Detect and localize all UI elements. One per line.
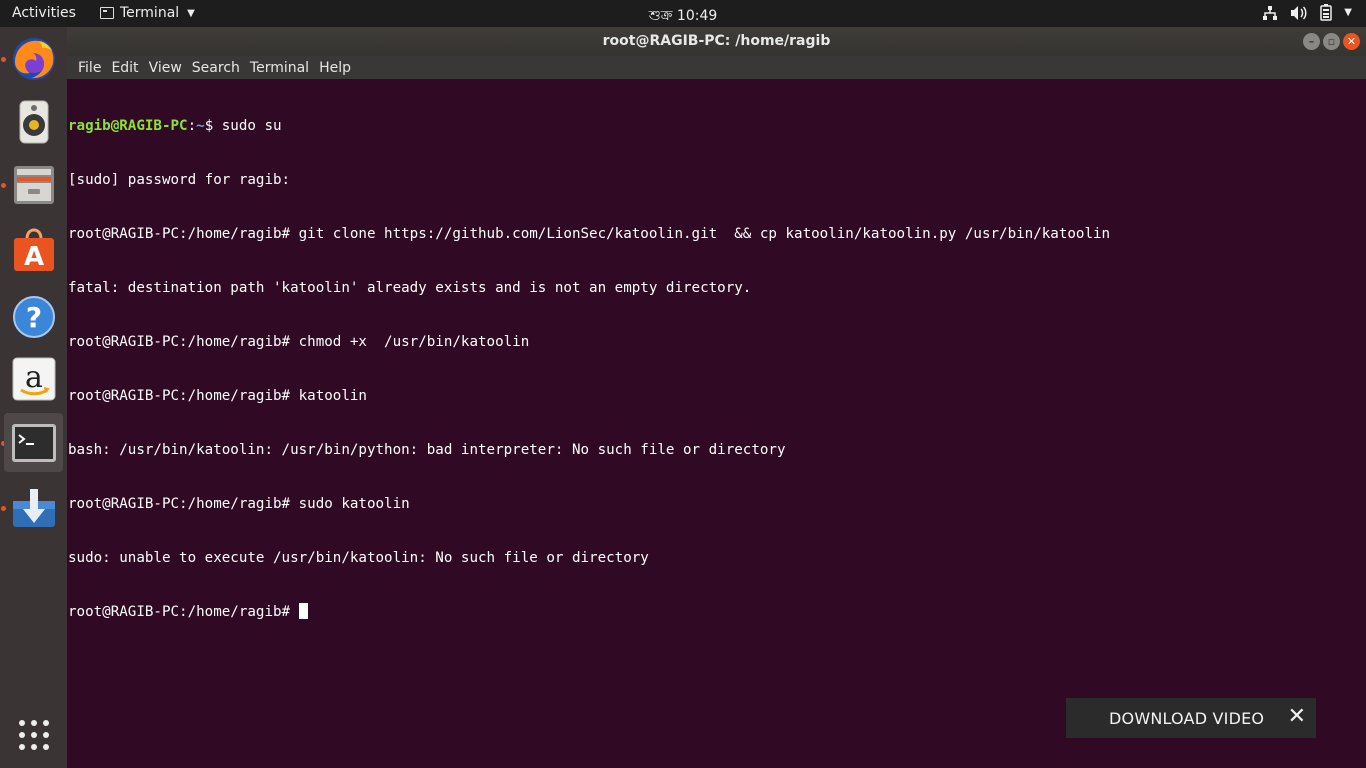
terminal-line: fatal: destination path 'katoolin' alrea… — [68, 280, 752, 296]
svg-text:A: A — [23, 242, 43, 272]
prompt-path: ~ — [196, 118, 205, 134]
current-prompt: root@RAGIB-PC:/home/ragib# — [68, 604, 299, 620]
menu-file[interactable]: File — [73, 60, 106, 76]
rhythmbox-icon — [19, 100, 48, 143]
amazon-icon: a — [12, 357, 55, 400]
battery-icon — [1320, 4, 1333, 21]
dock-downloader[interactable] — [4, 479, 63, 538]
dock-amazon[interactable]: a — [4, 349, 63, 408]
files-icon — [13, 165, 54, 204]
terminal-line: root@RAGIB-PC:/home/ragib# sudo katoolin — [68, 496, 410, 512]
app-menu-label: Terminal — [120, 5, 180, 21]
menu-search[interactable]: Search — [187, 60, 245, 76]
terminal-icon — [11, 423, 56, 462]
minimize-button[interactable]: – — [1303, 33, 1320, 50]
close-icon[interactable]: ✕ — [1288, 705, 1306, 729]
software-center-icon: A — [13, 227, 54, 272]
prompt-command: $ sudo su — [204, 118, 282, 134]
terminal-line: bash: /usr/bin/katoolin: /usr/bin/python… — [68, 442, 786, 458]
download-video-banner: DOWNLOAD VIDEO ✕ — [1066, 698, 1316, 738]
chevron-down-icon: ▼ — [1344, 7, 1352, 18]
terminal-line: root@RAGIB-PC:/home/ragib# git clone htt… — [68, 226, 1111, 242]
clock-area: শুক্র 10:49 — [0, 4, 1366, 28]
terminal-small-icon — [100, 7, 114, 19]
dock-rhythmbox[interactable] — [4, 92, 63, 151]
menu-help[interactable]: Help — [314, 60, 356, 76]
prompt-user: ragib@RAGIB-PC — [68, 118, 188, 134]
svg-text:a: a — [25, 360, 43, 395]
menu-terminal[interactable]: Terminal — [245, 60, 314, 76]
downloader-icon — [12, 488, 55, 527]
menu-bar: File Edit View Search Terminal Help — [67, 56, 1366, 79]
menu-edit[interactable]: Edit — [106, 60, 143, 76]
svg-text:?: ? — [25, 301, 41, 334]
terminal-line: root@RAGIB-PC:/home/ragib# katoolin — [68, 388, 367, 404]
terminal-line: [sudo] password for ragib: — [68, 172, 299, 188]
activities-button[interactable]: Activities — [12, 5, 76, 21]
dock-terminal[interactable] — [4, 413, 63, 472]
clock[interactable]: শুক্র 10:49 — [649, 8, 718, 24]
dock-help[interactable]: ? — [4, 287, 63, 346]
dock: A ? a — [0, 27, 67, 768]
window-title: root@RAGIB-PC: /home/ragib — [602, 33, 831, 49]
help-icon: ? — [12, 295, 55, 338]
dock-firefox[interactable] — [4, 29, 63, 88]
terminal-output[interactable]: ragib@RAGIB-PC:~$ sudo su [sudo] passwor… — [67, 79, 1366, 768]
show-applications-button[interactable] — [4, 705, 63, 764]
network-icon — [1263, 5, 1278, 20]
app-menu[interactable]: Terminal ▼ — [100, 5, 195, 21]
top-bar: Activities Terminal ▼ শুক্র 10:49 ▼ — [0, 0, 1366, 27]
volume-icon — [1291, 5, 1307, 20]
download-video-button[interactable]: DOWNLOAD VIDEO — [1109, 709, 1264, 728]
system-tray[interactable]: ▼ — [1262, 4, 1352, 21]
window-titlebar[interactable]: root@RAGIB-PC: /home/ragib – ▫ ✕ — [67, 27, 1366, 56]
dock-software[interactable]: A — [4, 220, 63, 279]
terminal-line: sudo: unable to execute /usr/bin/katooli… — [68, 550, 649, 566]
menu-view[interactable]: View — [144, 60, 187, 76]
window-controls: – ▫ ✕ — [1303, 33, 1360, 50]
terminal-line: root@RAGIB-PC:/home/ragib# — [68, 603, 1366, 621]
maximize-button[interactable]: ▫ — [1323, 33, 1340, 50]
chevron-down-icon: ▼ — [187, 7, 195, 19]
dock-files[interactable] — [4, 155, 63, 214]
firefox-icon — [12, 37, 55, 80]
text-cursor — [298, 603, 308, 619]
terminal-line: root@RAGIB-PC:/home/ragib# chmod +x /usr… — [68, 334, 530, 350]
terminal-line: ragib@RAGIB-PC:~$ sudo su — [68, 118, 282, 134]
show-apps-icon — [18, 719, 49, 750]
close-button[interactable]: ✕ — [1343, 33, 1360, 50]
